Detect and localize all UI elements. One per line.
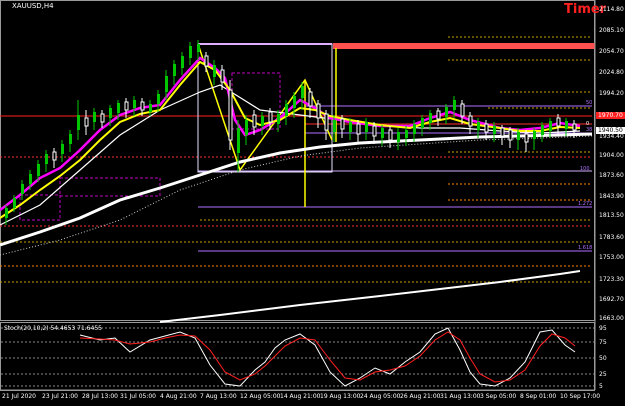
time-tick-label: 7 Aug 13:00 <box>200 393 237 400</box>
price-tick-label: 1692.70 <box>599 296 624 303</box>
magenta-boxes <box>19 72 281 221</box>
horizontal-levels <box>0 36 592 283</box>
fib-label-50: 50 <box>586 100 593 106</box>
price-tick-label: 2085.10 <box>599 27 624 34</box>
time-tick-label: 31 Aug 13:00 <box>440 393 481 400</box>
price-tick-label: 1994.20 <box>599 90 624 97</box>
time-tick-label: 14 Aug 21:00 <box>280 393 321 400</box>
time-tick-label: 8 Sep 01:00 <box>520 393 557 400</box>
stoch-level-label: 50 <box>599 355 607 362</box>
pattern-rectangle[interactable] <box>197 43 333 173</box>
ema-white-dotted <box>0 135 593 256</box>
time-tick-label: 21 Jul 2020 <box>2 393 36 400</box>
stoch-label: Stoch(20,10,2) 54.4653 71.6455 <box>4 325 102 332</box>
stoch-level-label: 25 <box>599 371 607 378</box>
price-tick-label: 1723.30 <box>599 276 624 283</box>
price-tick-label: 1663.00 <box>599 315 624 322</box>
price-tick-label: 2054.70 <box>599 48 624 55</box>
fib-label-1272: 1.272 <box>578 201 593 207</box>
time-tick-label: 4 Aug 21:00 <box>160 393 197 400</box>
time-tick-label: 24 Aug 05:00 <box>360 393 401 400</box>
price-tick-label: 1904.00 <box>599 152 624 159</box>
price-tick-label: 1843.90 <box>599 193 624 200</box>
price-tick-label: 2114.80 <box>599 6 624 13</box>
stoch-level-label: 75 <box>599 339 607 346</box>
price-tick-label: 1753.00 <box>599 254 624 261</box>
price-tick-label: 1813.50 <box>599 212 624 219</box>
price-tick-label: 1934.40 <box>599 133 624 140</box>
time-tick-label: 19 Aug 13:00 <box>320 393 361 400</box>
price-tick-label: 2024.80 <box>599 69 624 76</box>
stoch-level-label: 95 <box>599 325 607 332</box>
fib-label-100: 100 <box>580 166 590 172</box>
time-tick-label: 12 Aug 05:00 <box>240 393 281 400</box>
chart-canvas[interactable] <box>0 0 625 406</box>
time-tick-label: 23 Jul 21:00 <box>42 393 78 400</box>
red-price-tag: 1970.70 <box>596 112 625 119</box>
time-tick-label: 31 Jul 05:00 <box>120 393 156 400</box>
stoch-level-label: 5 <box>599 383 603 390</box>
price-tick-label: 1873.60 <box>599 172 624 179</box>
time-tick-label: 10 Sep 17:00 <box>560 393 601 400</box>
time-tick-label: 26 Aug 21:00 <box>400 393 441 400</box>
time-tick-label: 28 Jul 13:00 <box>82 393 118 400</box>
resistance-zone[interactable] <box>333 43 595 49</box>
fib-label-1618: 1.618 <box>578 245 593 251</box>
time-tick-label: 3 Sep 05:00 <box>480 393 517 400</box>
fib-label-38: 38 <box>586 127 593 133</box>
ema-white-long <box>159 270 581 323</box>
symbol-title: XAUUSD,H4 <box>12 2 54 10</box>
price-tick-label: 1783.60 <box>599 234 624 241</box>
current-price-tag: 1940.50 <box>596 127 625 134</box>
stoch-levels <box>1 327 594 387</box>
mt4-chart-window[interactable]: XAUUSD,H4 Timer 2114.80 2085.10 2054.70 202… <box>0 0 625 406</box>
